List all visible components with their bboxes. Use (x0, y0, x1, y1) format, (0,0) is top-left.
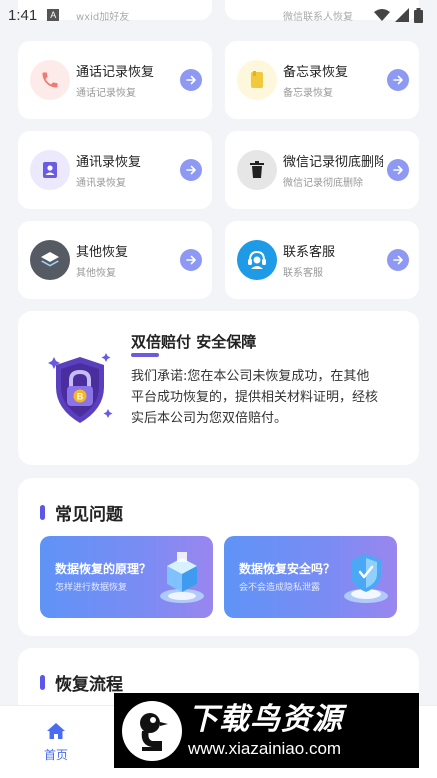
card-subtitle: 备忘录恢复 (283, 88, 333, 99)
faq-banner-title: 数据恢复的原理？ (55, 562, 152, 576)
guarantee-title: 双倍赔付 安全保障 (131, 333, 257, 351)
arrow-right-icon[interactable] (387, 159, 409, 181)
notification-icon: A (47, 9, 60, 21)
tab-home-label: 首页 (43, 748, 68, 762)
faq-header: 常见问题 (40, 500, 123, 525)
title-underline (131, 353, 159, 357)
watermark-title: 下载鸟资源 (188, 701, 343, 737)
section-marker (40, 505, 45, 520)
card-subtitle: 其他恢复 (76, 268, 116, 279)
phone-icon (30, 60, 70, 100)
card-title: 其他恢复 (76, 245, 129, 260)
faq-banner-subtitle: 会不会造成隐私泄露 (239, 583, 321, 593)
section-marker (40, 675, 45, 690)
card-title: 联系客服 (283, 245, 336, 260)
card-title: 通话记录恢复 (76, 65, 155, 80)
svg-text:B: B (77, 392, 84, 402)
status-icons (374, 7, 423, 23)
arrow-right-icon[interactable] (180, 249, 202, 271)
faq-banner-title: 数据恢复安全吗？ (239, 562, 336, 576)
contacts-icon (30, 150, 70, 190)
other-recovery-card[interactable]: 其他恢复 其他恢复 (18, 221, 212, 299)
arrow-right-icon[interactable] (387, 249, 409, 271)
guarantee-text: 我们承诺:您在本公司未恢复成功，在其他平台成功恢复的，提供相关材料证明，经核实后… (131, 369, 379, 426)
card-title: 微信记录彻底删除 (283, 155, 383, 170)
battery-icon (414, 7, 423, 23)
tab-home[interactable]: 首页 (36, 722, 76, 763)
faq-banner-subtitle: 怎样进行数据恢复 (55, 583, 128, 593)
shield-platform-icon (344, 554, 388, 603)
status-bar: 1:41 A (0, 0, 437, 30)
arrow-right-icon[interactable] (180, 69, 202, 91)
shield-lock-icon: B (48, 353, 113, 423)
memo-recovery-card[interactable]: 备忘录恢复 备忘录恢复 (225, 41, 419, 119)
card-subtitle: 通讯录恢复 (76, 178, 126, 189)
wechat-delete-card[interactable]: 微信记录彻底删除 微信记录彻底删除 (225, 131, 419, 209)
faq-title: 常见问题 (55, 505, 123, 525)
faq-section: 常见问题 数据恢复的原理？ 怎样进行数据恢复 数据恢复安全吗？ 会不会造成隐私泄… (18, 478, 419, 636)
status-time: 1:41 (8, 6, 38, 24)
layers-icon (30, 240, 70, 280)
customer-service-card[interactable]: 联系客服 联系客服 (225, 221, 419, 299)
flow-header: 恢复流程 (40, 670, 123, 695)
arrow-right-icon[interactable] (387, 69, 409, 91)
card-subtitle: 微信记录彻底删除 (283, 178, 363, 189)
wifi-icon (374, 9, 390, 21)
trash-icon (237, 150, 277, 190)
watermark-url: www.xiazainiao.com (188, 738, 342, 758)
watermark-overlay: 下载鸟资源 www.xiazainiao.com (114, 693, 419, 768)
signal-icon (395, 8, 409, 22)
card-subtitle: 联系客服 (283, 268, 323, 279)
faq-banner-safety[interactable]: 数据恢复安全吗？ 会不会造成隐私泄露 (224, 536, 397, 618)
guarantee-panel: B 双倍赔付 安全保障 我们承诺:您在本公司未恢复成功，在其他平台成功恢复的，提… (18, 311, 419, 465)
card-title: 备忘录恢复 (283, 65, 349, 80)
memo-icon (237, 60, 277, 100)
faq-banner-principle[interactable]: 数据恢复的原理？ 怎样进行数据恢复 (40, 536, 213, 618)
customer-service-icon (237, 240, 277, 280)
arrow-right-icon[interactable] (180, 159, 202, 181)
flow-title: 恢复流程 (55, 675, 123, 695)
data-cube-icon (160, 552, 204, 603)
card-title: 通讯录恢复 (76, 155, 142, 170)
card-subtitle: 通话记录恢复 (76, 88, 136, 99)
contacts-recovery-card[interactable]: 通讯录恢复 通讯录恢复 (18, 131, 212, 209)
home-icon (47, 723, 65, 739)
bird-logo-icon (122, 700, 182, 761)
call-log-recovery-card[interactable]: 通话记录恢复 通话记录恢复 (18, 41, 212, 119)
